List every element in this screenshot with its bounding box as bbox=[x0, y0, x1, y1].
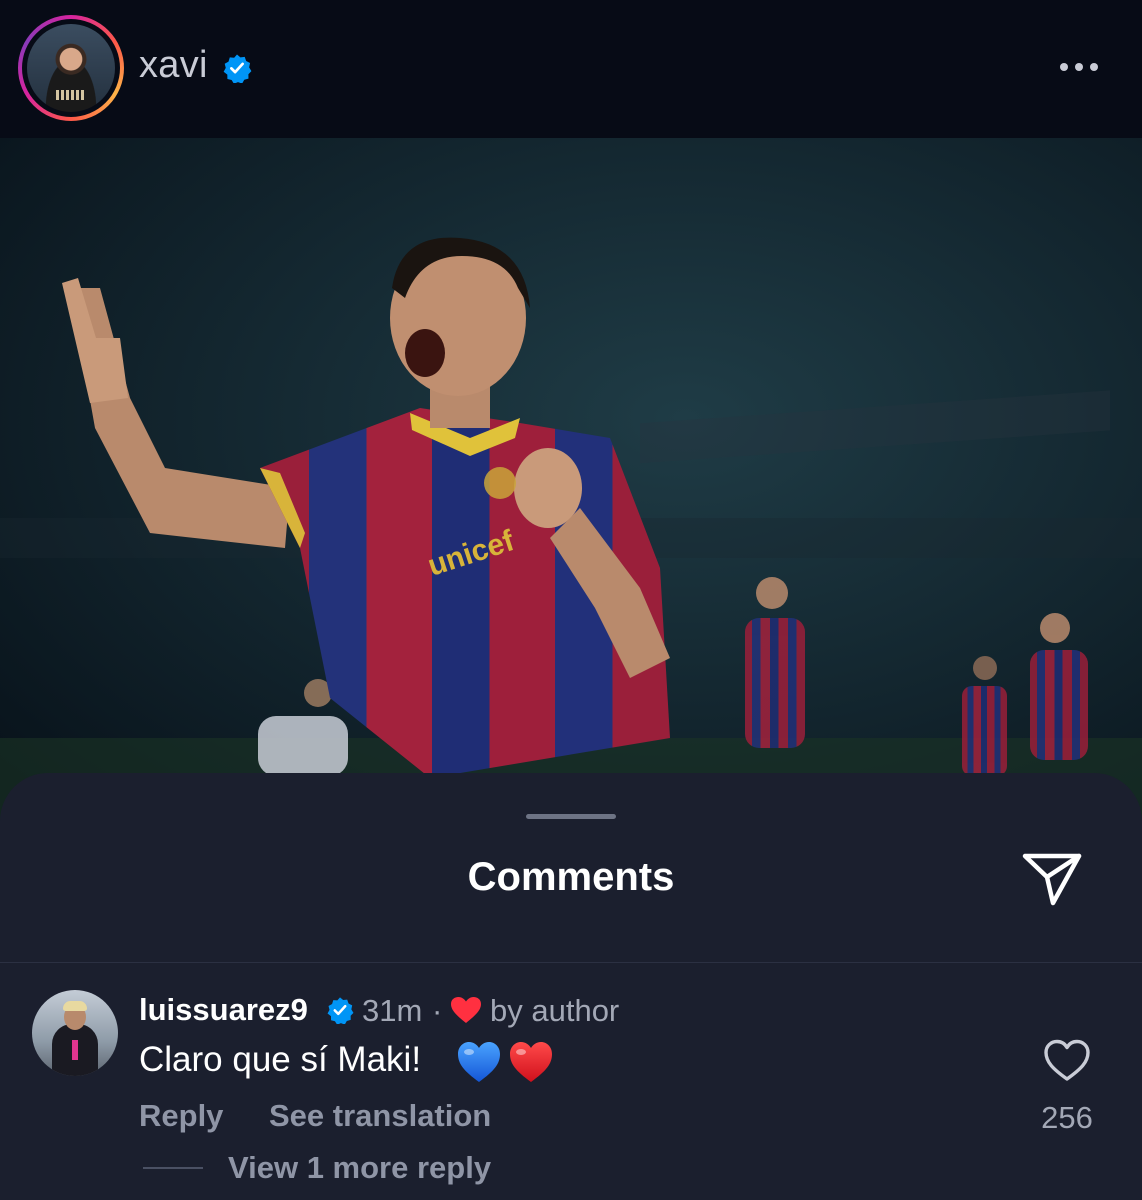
sheet-drag-handle[interactable] bbox=[526, 814, 616, 819]
comments-sheet bbox=[0, 773, 1142, 1200]
comment-avatar[interactable] bbox=[32, 990, 118, 1076]
comment-text: Claro que sí Maki! bbox=[139, 1040, 422, 1079]
replies-connector-line bbox=[143, 1167, 203, 1169]
heart-outline-icon[interactable] bbox=[1043, 1038, 1091, 1082]
blue-heart-emoji-icon bbox=[458, 1042, 500, 1082]
avatar-hair bbox=[63, 1001, 87, 1011]
profile-avatar-story-ring[interactable] bbox=[18, 15, 124, 121]
shirt-logo bbox=[56, 90, 86, 100]
post-header: xavi bbox=[0, 0, 1142, 138]
view-more-replies-button[interactable]: View 1 more reply bbox=[228, 1150, 491, 1186]
liked-by-author-heart-icon bbox=[451, 997, 481, 1023]
more-horizontal-icon[interactable] bbox=[1060, 56, 1108, 78]
comments-title: Comments bbox=[467, 855, 675, 899]
liked-by-author-label: by author bbox=[490, 993, 620, 1028]
post-image[interactable]: unicef bbox=[0, 138, 1142, 838]
verified-badge-icon bbox=[223, 54, 252, 83]
verified-badge-icon bbox=[327, 997, 354, 1024]
red-heart-emoji-icon bbox=[510, 1042, 552, 1082]
see-translation-button[interactable]: See translation bbox=[269, 1098, 491, 1134]
comment-like-count: 256 bbox=[1041, 1100, 1093, 1135]
sheet-divider bbox=[0, 962, 1142, 963]
comment-timestamp: 31m bbox=[362, 993, 423, 1028]
avatar bbox=[27, 24, 115, 112]
reply-button[interactable]: Reply bbox=[139, 1098, 223, 1134]
meta-separator: · bbox=[432, 993, 443, 1028]
post-photo-illustration: unicef bbox=[0, 138, 1142, 838]
post-username[interactable]: xavi bbox=[139, 44, 208, 87]
comment-username[interactable]: luissuarez9 bbox=[139, 992, 308, 1028]
send-icon[interactable] bbox=[1020, 850, 1084, 908]
avatar-stripe bbox=[72, 1040, 78, 1060]
avatar-border bbox=[22, 19, 120, 117]
